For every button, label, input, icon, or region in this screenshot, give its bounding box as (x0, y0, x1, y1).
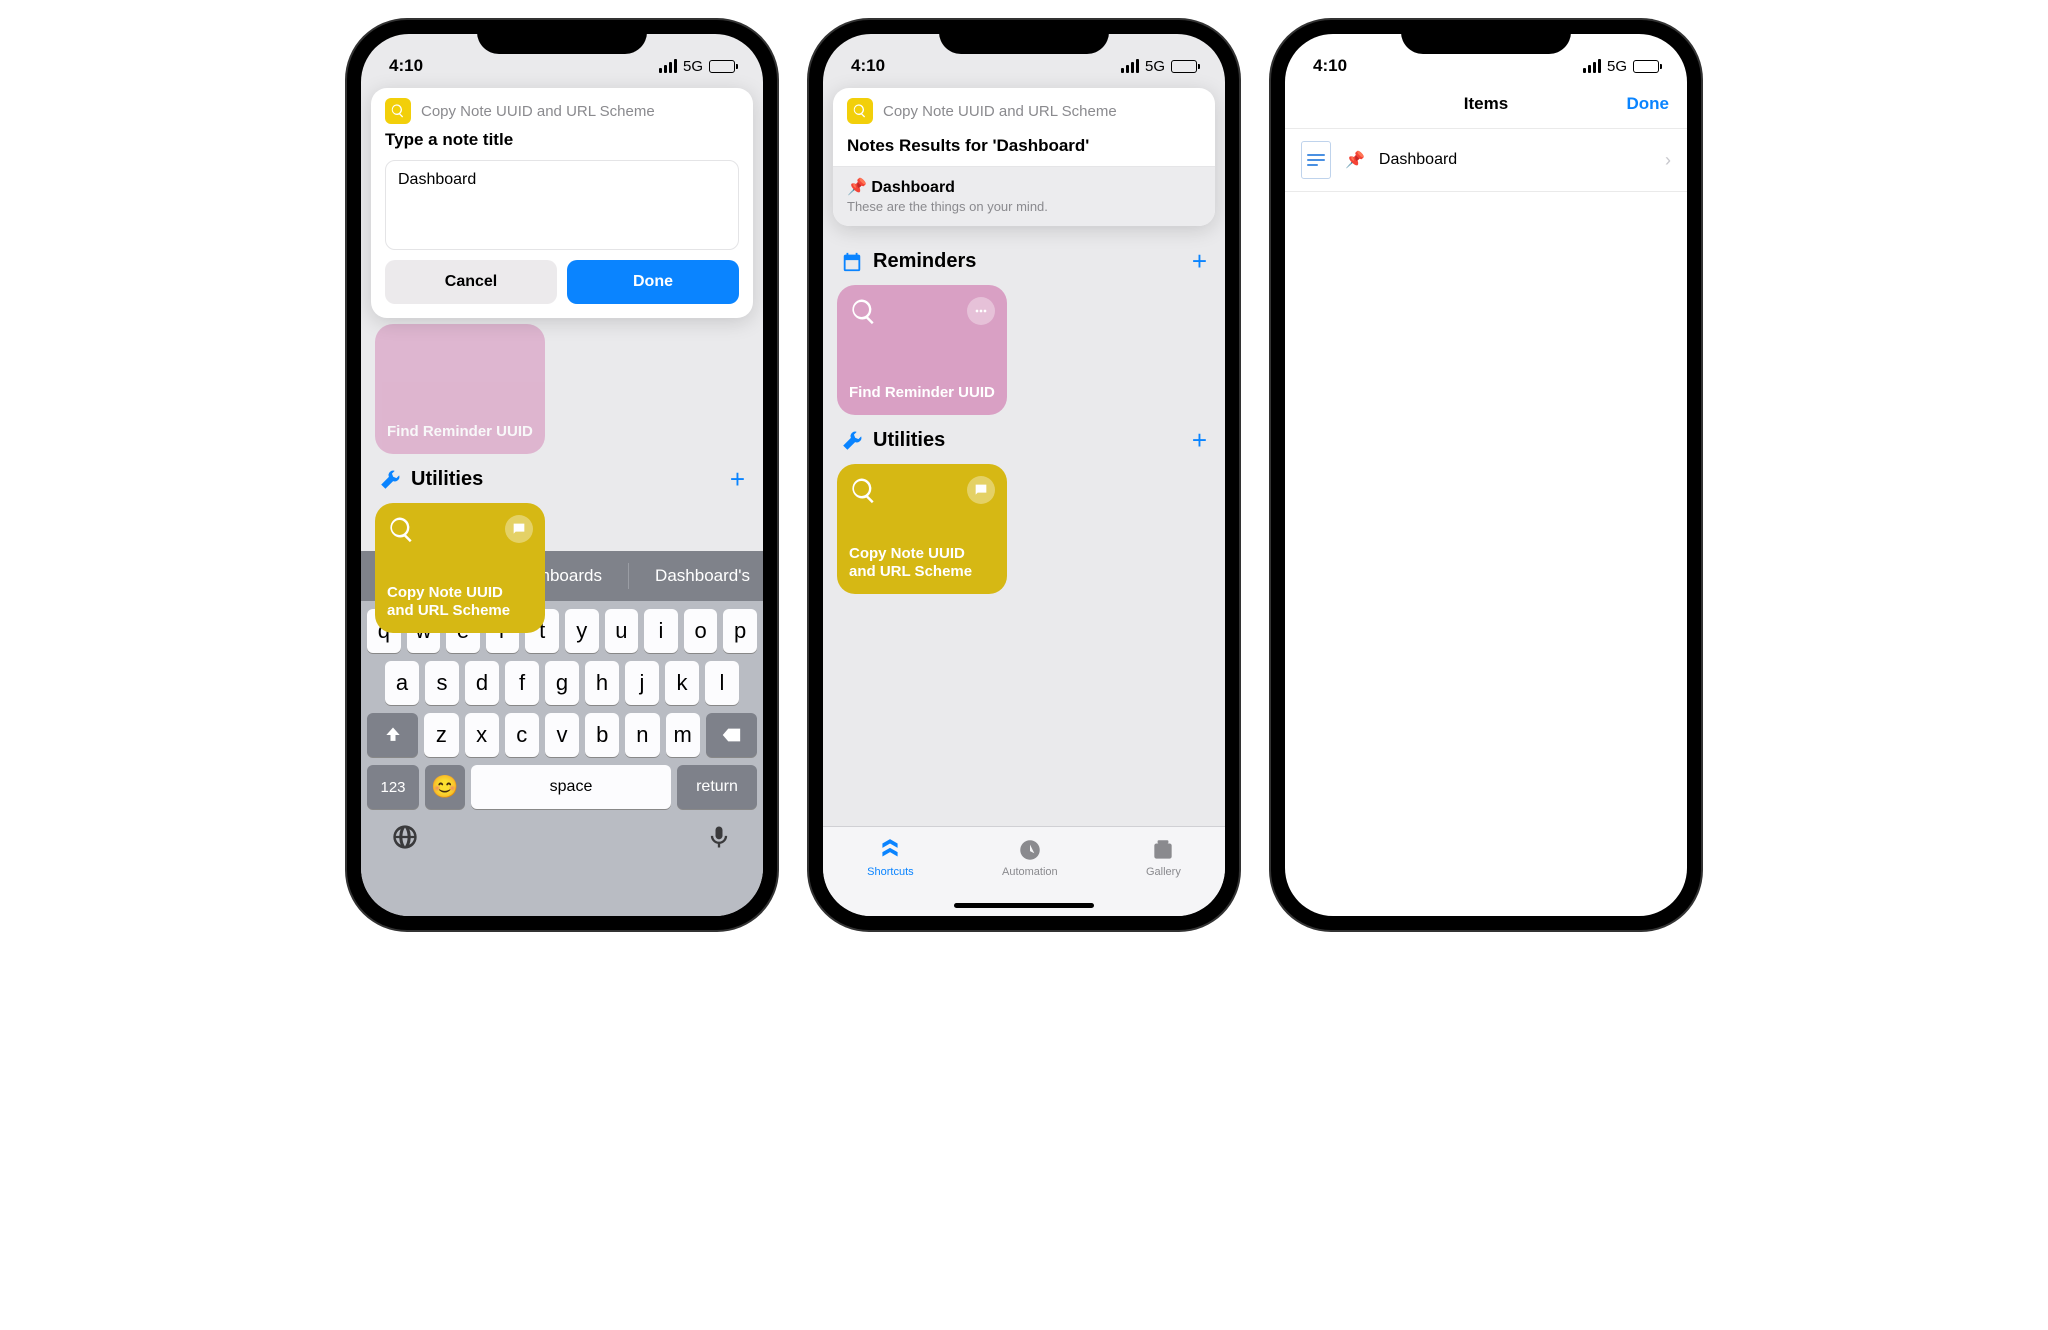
shortcut-tile-reminder[interactable]: Find Reminder UUID (375, 324, 545, 454)
chevron-right-icon: › (1665, 150, 1671, 171)
add-button[interactable]: + (1192, 425, 1207, 456)
background-content: Reminders + Find Reminder UUID Utilities (823, 226, 1225, 604)
shortcut-icon (385, 98, 411, 124)
tab-shortcuts[interactable]: Shortcuts (867, 837, 913, 878)
phone-1: 4:10 5G Copy Note UUID and URL Scheme Ty… (347, 20, 777, 930)
network-label: 5G (1145, 58, 1165, 75)
emoji-key[interactable]: 😊 (425, 765, 465, 809)
choose-from-list-dialog: Copy Note UUID and URL Scheme Notes Resu… (833, 88, 1215, 226)
tab-automation[interactable]: Automation (1002, 837, 1058, 878)
key-g[interactable]: g (545, 661, 579, 705)
tab-bar: Shortcuts Automation Gallery (823, 826, 1225, 916)
key-d[interactable]: d (465, 661, 499, 705)
key-l[interactable]: l (705, 661, 739, 705)
key-f[interactable]: f (505, 661, 539, 705)
calendar-icon (841, 251, 863, 273)
add-button[interactable]: + (730, 464, 745, 495)
tab-gallery[interactable]: Gallery (1146, 837, 1181, 878)
cancel-button[interactable]: Cancel (385, 260, 557, 304)
key-row-2: a s d f g h j k l (361, 653, 763, 705)
key-z[interactable]: z (424, 713, 458, 757)
magnify-icon (849, 297, 879, 327)
add-button[interactable]: + (1192, 246, 1207, 277)
return-key[interactable]: return (677, 765, 757, 809)
section-title-reminders: Reminders (873, 250, 976, 273)
done-button[interactable]: Done (1627, 94, 1670, 114)
clock: 4:10 (389, 56, 423, 76)
shortcut-name: Copy Note UUID and URL Scheme (883, 103, 1117, 120)
section-title-utilities: Utilities (411, 468, 483, 491)
shortcut-tile-reminder[interactable]: Find Reminder UUID (837, 285, 1007, 415)
notch (477, 20, 647, 54)
list-item[interactable]: 📌 Dashboard › (1285, 128, 1687, 192)
shortcut-icon (847, 98, 873, 124)
wrench-icon (841, 430, 863, 452)
done-button[interactable]: Done (567, 260, 739, 304)
globe-icon[interactable] (391, 823, 419, 856)
battery-icon (709, 60, 735, 73)
section-title-utilities: Utilities (873, 429, 945, 452)
network-label: 5G (683, 58, 703, 75)
pin-icon: 📌 (847, 179, 867, 196)
shortcut-name: Copy Note UUID and URL Scheme (421, 103, 655, 120)
mic-icon[interactable] (705, 823, 733, 856)
key-b[interactable]: b (585, 713, 619, 757)
item-label: Dashboard (1379, 151, 1457, 169)
notch (939, 20, 1109, 54)
document-icon (1301, 141, 1331, 179)
result-subtitle: These are the things on your mind. (847, 199, 1201, 214)
pin-icon: 📌 (1345, 150, 1365, 170)
key-j[interactable]: j (625, 661, 659, 705)
phone-2: 4:10 5G Copy Note UUID and URL Scheme No… (809, 20, 1239, 930)
results-title: Notes Results for 'Dashboard' (833, 130, 1215, 166)
key-x[interactable]: x (465, 713, 499, 757)
notch (1401, 20, 1571, 54)
message-icon (505, 515, 533, 543)
key-n[interactable]: n (625, 713, 659, 757)
network-label: 5G (1607, 58, 1627, 75)
space-key[interactable]: space (471, 765, 671, 809)
shift-key[interactable] (367, 713, 418, 757)
background-content: Find Reminder UUID Utilities + Copy Note… (375, 324, 749, 633)
key-h[interactable]: h (585, 661, 619, 705)
cellular-signal-icon (1583, 59, 1601, 73)
ask-for-input-dialog: Copy Note UUID and URL Scheme Type a not… (371, 88, 753, 318)
key-row-4: 123 😊 space return (361, 757, 763, 809)
shortcut-tile-copy-uuid[interactable]: Copy Note UUID and URL Scheme (375, 503, 545, 633)
message-icon (967, 476, 995, 504)
key-c[interactable]: c (505, 713, 539, 757)
wrench-icon (379, 469, 401, 491)
key-v[interactable]: v (545, 713, 579, 757)
page-title: Items (1464, 94, 1508, 114)
key-k[interactable]: k (665, 661, 699, 705)
numbers-key[interactable]: 123 (367, 765, 419, 809)
battery-icon (1171, 60, 1197, 73)
backspace-key[interactable] (706, 713, 757, 757)
note-title-input[interactable]: Dashboard (385, 160, 739, 250)
phone-3: 4:10 5G Items Done 📌 Dashboard › (1271, 20, 1701, 930)
nav-bar: Items Done (1285, 84, 1687, 128)
key-a[interactable]: a (385, 661, 419, 705)
battery-icon (1633, 60, 1659, 73)
key-s[interactable]: s (425, 661, 459, 705)
result-row[interactable]: 📌 Dashboard These are the things on your… (833, 166, 1215, 226)
ellipsis-icon (967, 297, 995, 325)
magnify-icon (849, 476, 879, 506)
clock: 4:10 (851, 56, 885, 76)
clock: 4:10 (1313, 56, 1347, 76)
shortcut-tile-copy-uuid[interactable]: Copy Note UUID and URL Scheme (837, 464, 1007, 594)
home-indicator[interactable] (954, 903, 1094, 908)
cellular-signal-icon (659, 59, 677, 73)
cellular-signal-icon (1121, 59, 1139, 73)
magnify-icon (387, 515, 417, 545)
key-row-3: z x c v b n m (361, 705, 763, 757)
key-m[interactable]: m (666, 713, 700, 757)
prompt-title: Type a note title (371, 130, 753, 160)
